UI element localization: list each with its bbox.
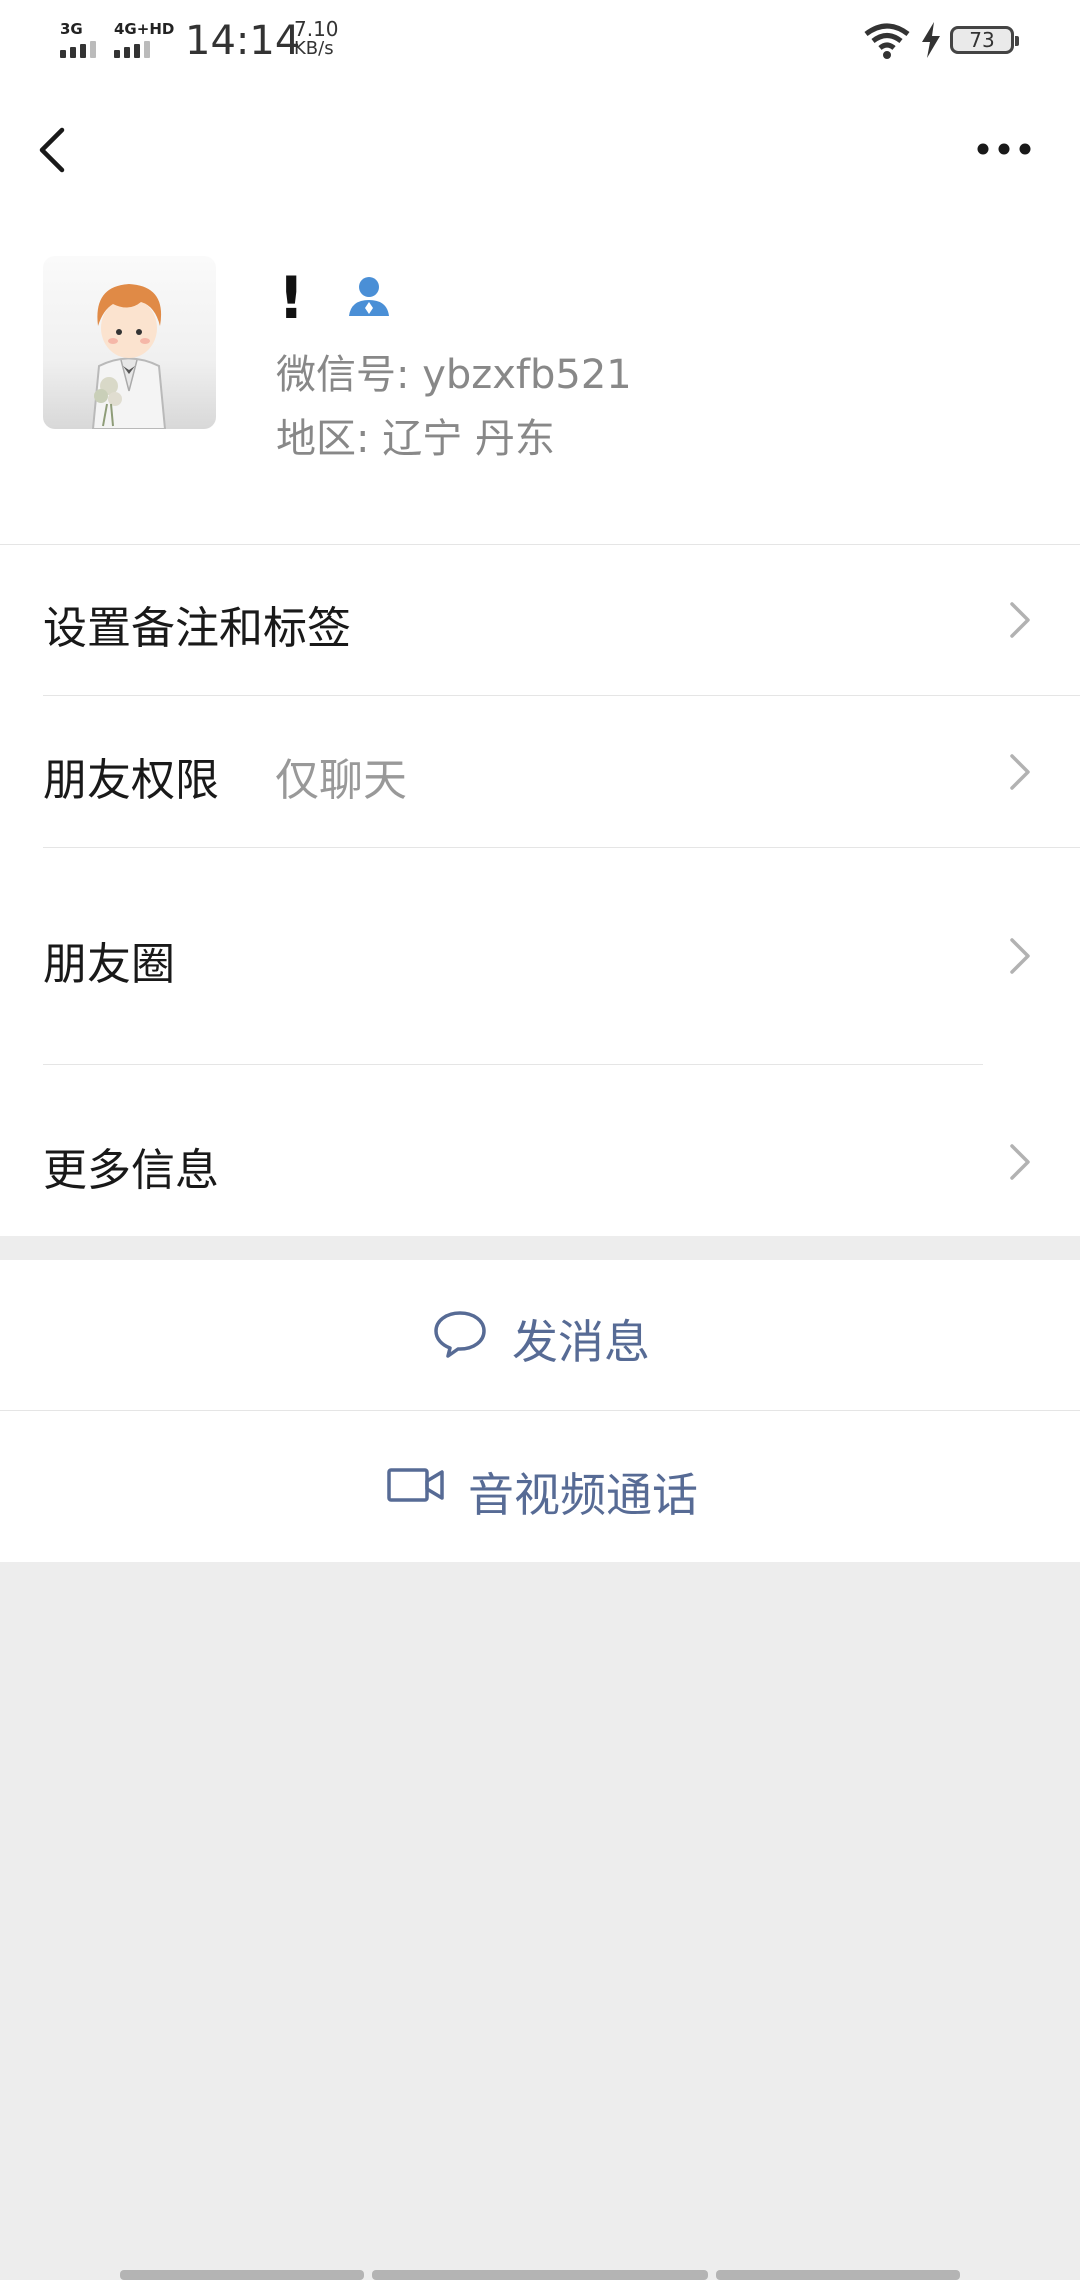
nav-gesture-bar[interactable] xyxy=(372,2270,708,2280)
actions-section: 发消息 音视频通话 xyxy=(0,1260,1080,1562)
region: 地区: 辽宁 丹东 xyxy=(276,416,555,462)
nav-gesture-bar[interactable] xyxy=(716,2270,960,2280)
speed-unit: KB/s xyxy=(294,38,334,59)
row-more-info-label: 更多信息 xyxy=(43,1145,219,1196)
more-info-section: 更多信息 xyxy=(0,1086,1080,1236)
chevron-right-icon xyxy=(1010,938,1030,974)
chevron-right-icon xyxy=(1010,1144,1030,1180)
battery-indicator: 73 xyxy=(950,26,1019,54)
wechat-id: 微信号: ybzxfb521 xyxy=(276,352,632,398)
contact-settings-section: 设置备注和标签 朋友权限 仅聊天 朋友圈 xyxy=(0,544,1080,1086)
avatar[interactable] xyxy=(43,256,216,429)
audio-video-call-button[interactable]: 音视频通话 xyxy=(0,1411,1080,1562)
network-type-label: 4G+HD xyxy=(114,20,175,38)
top-nav-bar xyxy=(0,84,1080,234)
status-bar: 3G 4G+HD 14:14 7.10 KB/s 73 xyxy=(0,0,1080,84)
profile-header: ! 微信号: ybzxfb521 地区: 辽宁 丹东 xyxy=(0,234,1080,544)
network-type-label: 3G xyxy=(60,20,83,38)
row-permissions-label: 朋友权限 xyxy=(43,755,219,806)
row-moments[interactable]: 朋友圈 xyxy=(0,848,1080,1064)
charging-bolt-icon xyxy=(922,22,940,58)
back-arrow-icon[interactable] xyxy=(30,114,80,184)
nav-gesture-bar[interactable] xyxy=(120,2270,364,2280)
row-moments-label: 朋友圈 xyxy=(43,939,175,990)
contact-person-icon xyxy=(349,277,389,316)
nickname: ! xyxy=(278,264,305,332)
chevron-right-icon xyxy=(1010,754,1030,790)
speed-value: 7.10 xyxy=(294,17,339,41)
network-speed: 7.10 KB/s xyxy=(294,17,339,59)
more-options-icon[interactable] xyxy=(975,134,1035,164)
clock: 14:14 xyxy=(185,18,301,64)
wifi-icon xyxy=(864,23,910,59)
avatar-illustration-icon xyxy=(91,284,167,429)
row-friend-permissions[interactable]: 朋友权限 仅聊天 xyxy=(0,696,1080,847)
row-more-info[interactable]: 更多信息 xyxy=(0,1086,1080,1236)
send-message-label: 发消息 xyxy=(512,1315,650,1369)
row-remark-tags[interactable]: 设置备注和标签 xyxy=(0,544,1080,695)
chevron-right-icon xyxy=(1010,602,1030,638)
chat-bubble-icon xyxy=(434,1311,486,1358)
send-message-button[interactable]: 发消息 xyxy=(0,1260,1080,1410)
divider xyxy=(43,1064,983,1065)
video-camera-icon xyxy=(387,1468,444,1502)
audio-video-call-label: 音视频通话 xyxy=(468,1468,698,1522)
row-permissions-value: 仅聊天 xyxy=(275,755,407,806)
row-remark-tags-label: 设置备注和标签 xyxy=(43,603,351,654)
